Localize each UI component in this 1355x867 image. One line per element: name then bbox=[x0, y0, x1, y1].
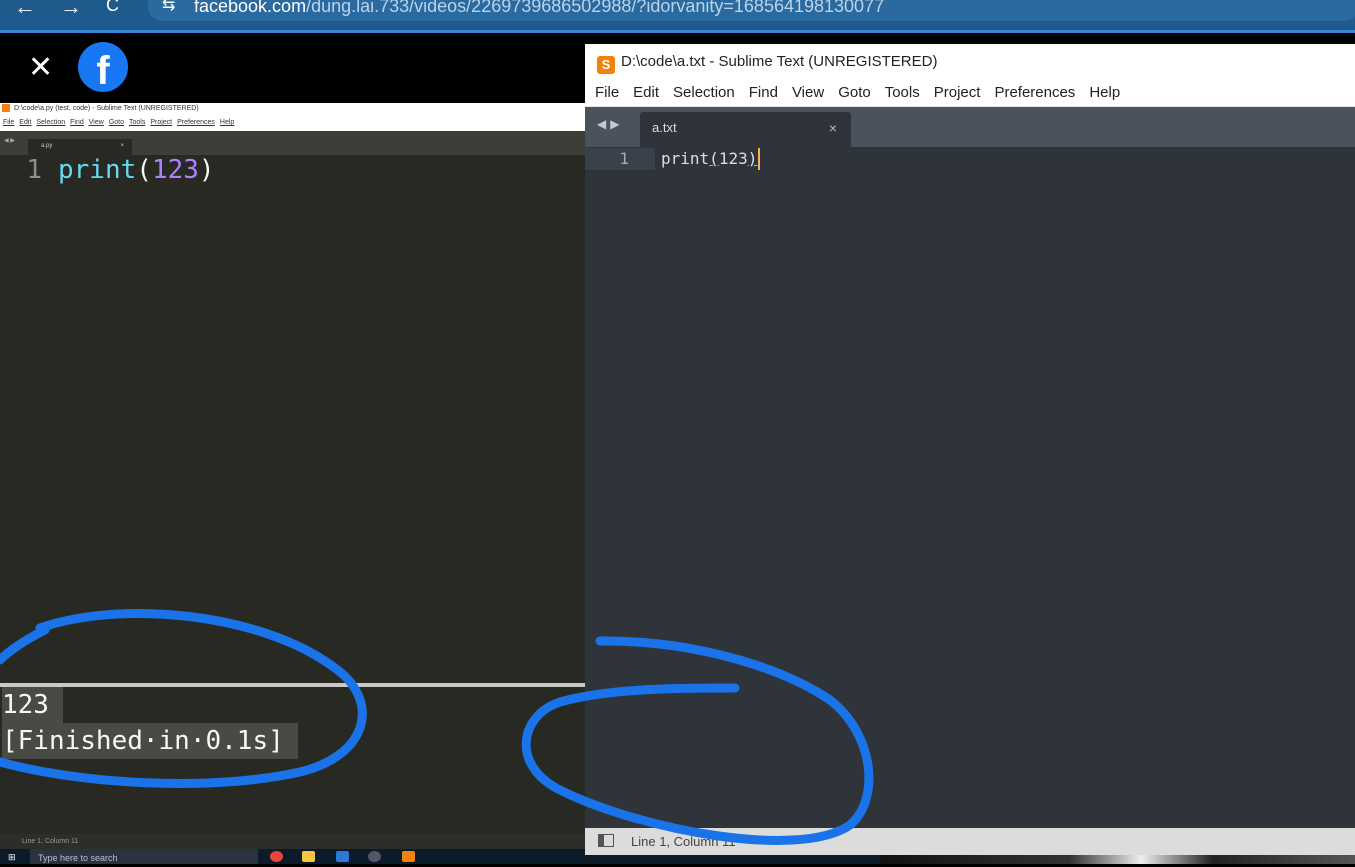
menu-tools[interactable]: Tools bbox=[885, 84, 920, 101]
menu-edit[interactable]: Edit bbox=[633, 84, 659, 101]
menu-preferences[interactable]: Preferences bbox=[177, 119, 215, 126]
menu-bar: File Edit Selection Find View Goto Tools Projec… bbox=[0, 115, 586, 131]
sublime-icon: S bbox=[597, 56, 615, 74]
tab-a-py[interactable]: a.py × bbox=[28, 139, 132, 155]
menu-goto[interactable]: Goto bbox=[838, 84, 871, 101]
cursor-position: Line 1, Column 11 bbox=[22, 838, 79, 845]
close-icon[interactable]: ✕ bbox=[28, 48, 53, 88]
tab-strip: ◀▶ a.txt × bbox=[585, 107, 1355, 147]
tab-close-icon[interactable]: × bbox=[120, 139, 124, 153]
menu-file[interactable]: File bbox=[595, 84, 619, 101]
window-title: D:\code\a.txt - Sublime Text (UNREGISTER… bbox=[621, 53, 938, 70]
tab-close-icon[interactable]: × bbox=[829, 112, 837, 144]
menu-bar: File Edit Selection Find View Goto Tools Projec… bbox=[585, 80, 1355, 107]
menu-project[interactable]: Project bbox=[150, 119, 172, 126]
code-paren-close: ) bbox=[747, 149, 758, 168]
tab-strip: ◀ ▶ a.py × bbox=[0, 131, 586, 155]
url-path: /dung.lai.733/videos/2269739686502988/?i… bbox=[306, 0, 885, 16]
back-icon[interactable]: ← bbox=[14, 0, 36, 20]
menu-tools[interactable]: Tools bbox=[129, 119, 145, 126]
menu-help[interactable]: Help bbox=[1089, 84, 1120, 101]
window-title: D:\code\a.py (test, code) - Sublime Text… bbox=[14, 105, 199, 112]
site-info-icon[interactable]: ⇆ bbox=[162, 0, 175, 21]
menu-preferences[interactable]: Preferences bbox=[994, 84, 1075, 101]
taskbar-search[interactable]: Type here to search bbox=[30, 849, 258, 864]
sublime-icon bbox=[2, 104, 10, 113]
toolbar-divider bbox=[0, 30, 1355, 33]
status-bar: Line 1, Column 11 bbox=[0, 834, 586, 849]
menu-view[interactable]: View bbox=[792, 84, 824, 101]
status-bar: Line 1, Column 11 bbox=[585, 828, 1355, 855]
menu-goto[interactable]: Goto bbox=[109, 119, 124, 126]
text-cursor bbox=[758, 148, 761, 170]
tab-scroll-arrows-icon[interactable]: ◀ ▶ bbox=[4, 137, 15, 144]
sublime-taskbar-icon[interactable] bbox=[402, 851, 415, 862]
menu-file[interactable]: File bbox=[3, 119, 14, 126]
menu-find[interactable]: Find bbox=[70, 119, 84, 126]
reload-icon[interactable]: C bbox=[106, 0, 119, 16]
facebook-logo[interactable]: f bbox=[78, 42, 128, 92]
code-paren-open: ( bbox=[136, 155, 152, 185]
menu-project[interactable]: Project bbox=[934, 84, 981, 101]
windows-start-icon[interactable]: ⊞ bbox=[8, 852, 16, 863]
store-icon[interactable] bbox=[336, 851, 349, 862]
tab-label: a.py bbox=[41, 143, 53, 149]
code-text: print bbox=[661, 149, 710, 168]
menu-view[interactable]: View bbox=[89, 119, 104, 126]
line-number: 1 bbox=[619, 149, 629, 168]
cursor-position: Line 1, Column 11 bbox=[631, 834, 736, 849]
code-number: 123 bbox=[151, 155, 199, 185]
address-bar[interactable]: ⇆ facebook.com/dung.lai.733/videos/22697… bbox=[148, 0, 1355, 21]
code-line[interactable]: 1 print(123) bbox=[585, 148, 761, 170]
menu-find[interactable]: Find bbox=[749, 84, 778, 101]
right-sublime-window: S D:\code\a.txt - Sublime Text (UNREGISTE… bbox=[585, 44, 1355, 855]
file-explorer-icon[interactable] bbox=[302, 851, 315, 862]
menu-selection[interactable]: Selection bbox=[36, 119, 65, 126]
output-line: 123 bbox=[2, 687, 63, 723]
browser-toolbar: ← → C ⇆ facebook.com/dung.lai.733/videos… bbox=[0, 0, 1355, 32]
forward-icon[interactable]: → bbox=[60, 0, 82, 20]
code-line[interactable]: 1 print(123) bbox=[0, 155, 215, 185]
clock-icon[interactable] bbox=[368, 851, 381, 862]
window-titlebar: S D:\code\a.txt - Sublime Text (UNREGISTE… bbox=[585, 44, 1355, 80]
window-titlebar: D:\code\a.py (test, code) - Sublime Text… bbox=[0, 103, 586, 115]
chrome-icon[interactable] bbox=[270, 851, 283, 862]
menu-selection[interactable]: Selection bbox=[673, 84, 735, 101]
code-paren-close: ) bbox=[198, 155, 215, 185]
build-output-panel: 123 [Finished·in·0.1s] bbox=[2, 687, 298, 759]
panel-toggle-icon[interactable] bbox=[598, 834, 614, 847]
code-function: print bbox=[58, 155, 137, 185]
tab-scroll-arrows-icon[interactable]: ◀▶ bbox=[597, 117, 623, 131]
tab-a-txt[interactable]: a.txt × bbox=[640, 112, 851, 147]
output-finished-line: [Finished·in·0.1s] bbox=[2, 723, 298, 759]
menu-help[interactable]: Help bbox=[220, 119, 234, 126]
code-paren-open: ( bbox=[709, 149, 719, 168]
tab-label: a.txt bbox=[652, 120, 677, 135]
url-domain: facebook.com bbox=[194, 0, 307, 16]
line-number: 1 bbox=[26, 155, 42, 185]
left-sublime-window: D:\code\a.py (test, code) - Sublime Text… bbox=[0, 103, 586, 849]
code-number: 123 bbox=[718, 149, 748, 168]
menu-edit[interactable]: Edit bbox=[19, 119, 31, 126]
